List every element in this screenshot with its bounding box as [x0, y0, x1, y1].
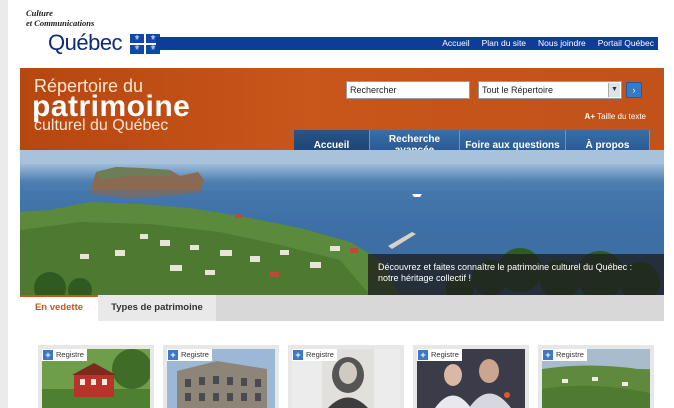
plus-icon: +	[43, 350, 53, 360]
text-size-label: Taille du texte	[597, 112, 646, 121]
arrow-right-icon: ›	[632, 85, 636, 95]
card-badge-label: Registre	[56, 350, 84, 359]
government-nav-bar: Accueil Plan du site Nous joindre Portai…	[156, 37, 658, 50]
card-badge-label: Registre	[431, 350, 459, 359]
card-badge-registre[interactable]: + Registre	[417, 349, 462, 361]
hero-caption: Découvrez et faites connaître le patrimo…	[368, 254, 664, 295]
search-submit-button[interactable]: ›	[626, 82, 642, 98]
card-badge-label: Registre	[556, 350, 584, 359]
tab-types-de-patrimoine[interactable]: Types de patrimoine	[98, 295, 216, 321]
text-size-icon: A+	[584, 112, 595, 121]
text-size-button[interactable]: A+ Taille du texte	[585, 112, 646, 121]
logo-name: Québec	[48, 30, 123, 55]
site-banner: Répertoire du patrimoine culturel du Qué…	[20, 68, 664, 160]
gov-nav-plan-du-site[interactable]: Plan du site	[482, 37, 526, 50]
card-badge-registre[interactable]: + Registre	[542, 349, 587, 361]
site-title-line-3[interactable]: culturel du Québec	[34, 117, 168, 135]
card-badge-label: Registre	[181, 350, 209, 359]
tab-en-vedette[interactable]: En vedette	[20, 295, 98, 321]
content-tabs: En vedette Types de patrimoine	[20, 295, 664, 321]
gov-nav-portail-quebec[interactable]: Portail Québec	[598, 37, 654, 50]
featured-card[interactable]: + Registre	[163, 345, 279, 408]
card-badge-label: Registre	[306, 350, 334, 359]
hero-image: Découvrez et faites connaître le patrimo…	[20, 150, 664, 295]
gov-nav-nous-joindre[interactable]: Nous joindre	[538, 37, 586, 50]
search-scope-select[interactable]: Tout le Répertoire ▼	[478, 81, 622, 99]
plus-icon: +	[168, 350, 178, 360]
logo-line-1: Culture	[26, 8, 53, 18]
card-badge-registre[interactable]: + Registre	[42, 349, 87, 361]
plus-icon: +	[543, 350, 553, 360]
gov-nav-accueil[interactable]: Accueil	[442, 37, 469, 50]
card-badge-registre[interactable]: + Registre	[292, 349, 337, 361]
chevron-down-icon[interactable]: ▼	[608, 83, 620, 97]
plus-icon: +	[293, 350, 303, 360]
featured-card[interactable]: + Registre	[38, 345, 154, 408]
government-header: Culture et Communications Québec ⚜ ⚜ ⚜ ⚜…	[8, 0, 674, 64]
logo-line-2: et Communications	[26, 18, 95, 28]
search-scope-value: Tout le Répertoire	[482, 85, 554, 95]
featured-card[interactable]: + Registre	[413, 345, 529, 408]
featured-card[interactable]: + Registre	[538, 345, 654, 408]
plus-icon: +	[418, 350, 428, 360]
search-input[interactable]	[346, 81, 470, 99]
card-badge-registre[interactable]: + Registre	[167, 349, 212, 361]
featured-card[interactable]: + Registre	[288, 345, 404, 408]
quebec-logo[interactable]: Culture et Communications Québec ⚜ ⚜ ⚜ ⚜	[26, 8, 166, 56]
